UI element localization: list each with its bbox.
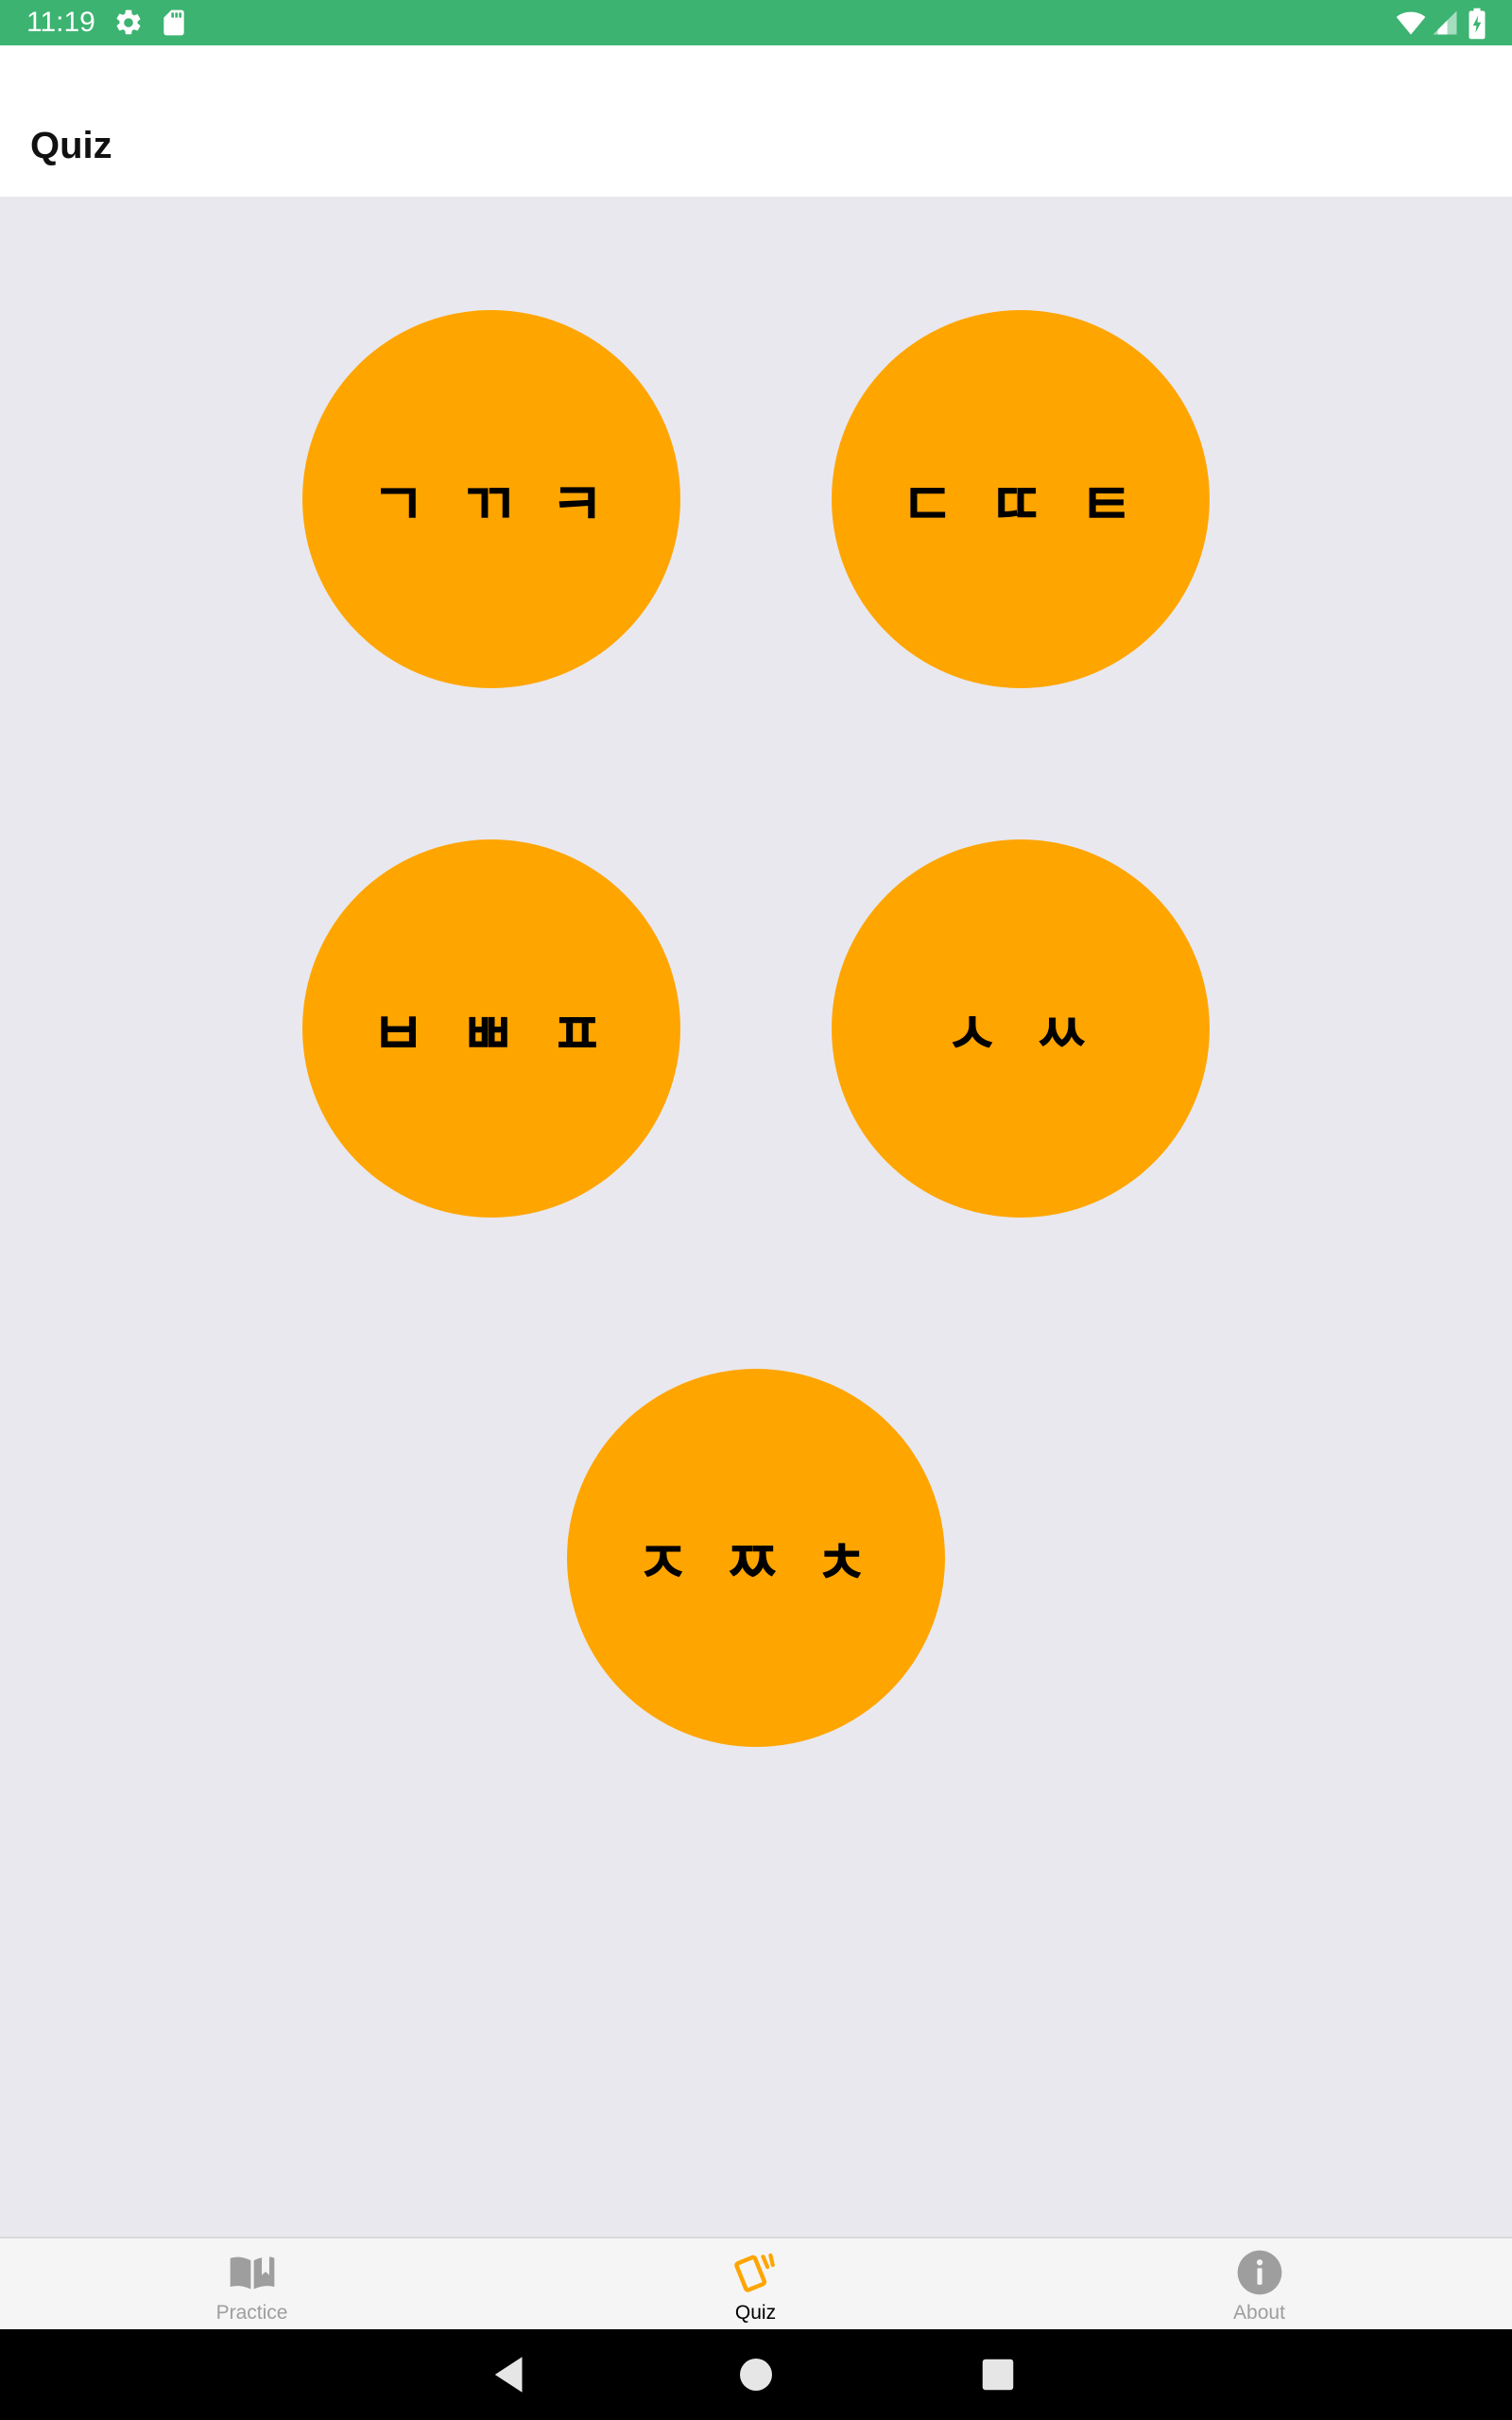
tab-about[interactable]: About [1007, 2238, 1511, 2329]
tab-practice[interactable]: Practice [0, 2238, 504, 2329]
quiz-group-label: ㅅ ㅆ [945, 999, 1096, 1068]
tab-label: Quiz [734, 2302, 777, 2324]
quiz-group-button[interactable]: ㅅ ㅆ [832, 839, 1210, 1218]
cellular-signal-icon [1431, 8, 1461, 38]
info-icon [1233, 2246, 1286, 2299]
app-bar [0, 45, 1512, 197]
quiz-group-button[interactable]: ㄷ ㄸ ㅌ [832, 310, 1210, 688]
flashcards-icon [730, 2246, 782, 2299]
tab-quiz[interactable]: Quiz [504, 2238, 1007, 2329]
system-navigation-bar [0, 2329, 1512, 2420]
tab-label: About [1233, 2302, 1285, 2324]
quiz-group-button[interactable]: ㅈ ㅉ ㅊ [567, 1369, 945, 1747]
quiz-group-button[interactable]: ㅂ ㅃ ㅍ [302, 839, 680, 1218]
wifi-icon [1395, 8, 1426, 38]
book-icon [226, 2246, 279, 2299]
status-bar: 11:19 [0, 0, 1512, 45]
recents-icon[interactable] [970, 2346, 1026, 2403]
quiz-group-label: ㄷ ㄸ ㅌ [900, 470, 1142, 539]
settings-icon [113, 8, 144, 38]
tab-label: Practice [215, 2302, 288, 2324]
quiz-content: ㄱ ㄲ ㅋ ㄷ ㄸ ㅌ ㅂ ㅃ ㅍ ㅅ ㅆ ㅈ ㅉ ㅊ [0, 197, 1512, 2237]
back-icon[interactable] [482, 2346, 539, 2403]
sd-card-icon [159, 8, 189, 38]
battery-charging-icon [1467, 8, 1487, 40]
page-title: Quiz [30, 125, 112, 166]
home-icon[interactable] [728, 2346, 784, 2403]
status-time: 11:19 [26, 7, 95, 38]
quiz-group-label: ㅂ ㅃ ㅍ [370, 999, 612, 1068]
quiz-group-button[interactable]: ㄱ ㄲ ㅋ [302, 310, 680, 688]
quiz-group-label: ㄱ ㄲ ㅋ [370, 470, 612, 539]
bottom-tab-bar: Practice Quiz About [0, 2237, 1512, 2329]
quiz-group-label: ㅈ ㅉ ㅊ [635, 1529, 877, 1598]
